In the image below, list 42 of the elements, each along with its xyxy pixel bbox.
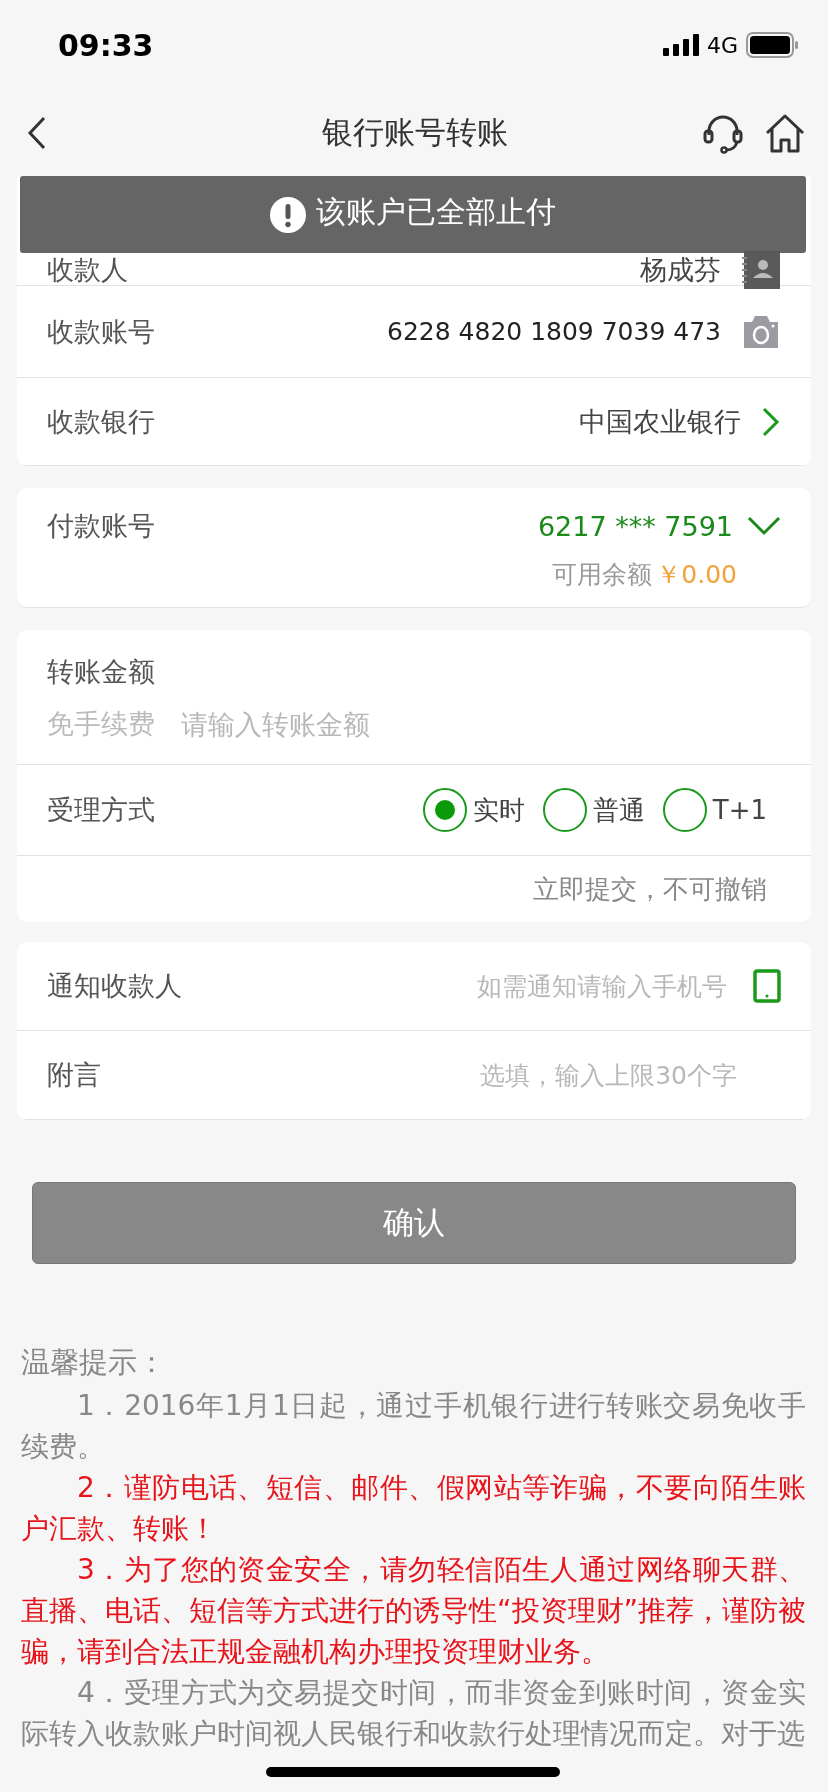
- battery-icon: [746, 32, 800, 58]
- alert-toast: 该账户已全部止付: [20, 176, 806, 253]
- processing-note: 立即提交，不可撤销: [533, 872, 767, 906]
- field-label: 收款银行: [47, 404, 155, 439]
- field-label: 受理方式: [47, 793, 155, 827]
- chevron-right-icon[interactable]: [761, 405, 781, 438]
- tablet-icon[interactable]: [753, 969, 781, 1003]
- account-selector[interactable]: 6217 *** 7591: [537, 510, 733, 542]
- tips-title: 温馨提示：: [21, 1344, 167, 1381]
- balance-label: 可用余额: [552, 559, 653, 591]
- field-label: 转账金额: [47, 655, 156, 689]
- field-value: 中国农业银行: [579, 404, 741, 439]
- home-icon[interactable]: [764, 112, 806, 154]
- field-value: 杨成芬: [640, 252, 721, 287]
- tip-text: 4．受理方式为交易提交时间，而非资金到账时间，资金实际转入收款账户时间视人民银行和收款行处理情况而定。对于选: [21, 1675, 806, 1752]
- balance-amount: ￥0.00: [656, 559, 737, 591]
- fee-note: 免手续费: [47, 707, 155, 741]
- exclamation-icon: [270, 196, 306, 233]
- field-label: 通知收款人: [47, 969, 182, 1003]
- back-icon: [26, 115, 48, 151]
- back-button[interactable]: [26, 115, 48, 151]
- signal-icon: [662, 34, 699, 56]
- field-label: 收款人: [47, 252, 128, 287]
- page-title: 银行账号转账: [321, 113, 509, 152]
- chevron-down-icon[interactable]: [747, 516, 781, 536]
- text-input[interactable]: 如需通知请输入手机号: [202, 971, 727, 1001]
- confirm-button[interactable]: 确认: [32, 1182, 796, 1264]
- warning-text: 3．为了您的资金安全，请勿轻信陌生人通过网络聊天群、直播、电话、短信等方式进行的诱导性“投资理财”推荐，谨防被骗，请到合法正规金融机构办理投资理财业务。: [21, 1552, 806, 1670]
- field-label: 付款账号: [47, 509, 155, 543]
- text-input[interactable]: 选填，输入上限30个字: [121, 1060, 737, 1090]
- field-label: 收款账号: [47, 314, 155, 349]
- radio-option[interactable]: 实时: [422, 788, 525, 832]
- network-label: 4G: [706, 32, 738, 58]
- radio-option[interactable]: T+1: [662, 788, 767, 832]
- radio-option[interactable]: 普通: [542, 788, 645, 832]
- tip-text: 1．2016年1月1日起，通过手机银行进行转账交易免收手续费。: [21, 1388, 806, 1465]
- field-label: 附言: [47, 1058, 101, 1092]
- clock: 09:33: [58, 27, 154, 63]
- field-value: 6228 4820 1809 7039 473: [387, 317, 721, 346]
- amount-input[interactable]: 请输入转账金额: [181, 708, 781, 740]
- warning-text: 2．谨防电话、短信、邮件、假网站等诈骗，不要向陌生账户汇款、转账！: [21, 1470, 806, 1547]
- camera-icon[interactable]: [741, 313, 781, 350]
